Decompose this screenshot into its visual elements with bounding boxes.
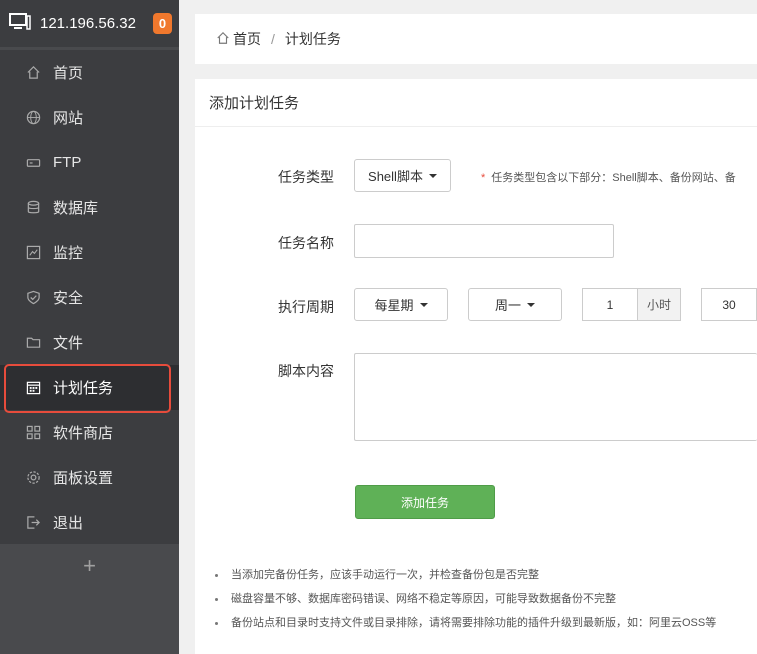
- breadcrumb-home-link[interactable]: 首页: [233, 29, 261, 49]
- caret-down-icon: [419, 302, 428, 307]
- task-name-label: 任务名称: [278, 235, 334, 251]
- add-menu-button[interactable]: +: [0, 546, 179, 586]
- sidebar-item-files[interactable]: 文件: [0, 320, 179, 365]
- notes-list: 当添加完备份任务，应该手动运行一次，并检查备份包是否完整 磁盘容量不够、数据库密…: [215, 563, 716, 635]
- server-monitor-icon: [9, 13, 31, 34]
- weekday-dropdown[interactable]: 周一: [468, 288, 562, 321]
- sidebar-item-security[interactable]: 安全: [0, 275, 179, 320]
- script-textarea[interactable]: [354, 353, 757, 441]
- notification-badge[interactable]: 0: [153, 13, 172, 34]
- caret-down-icon: [527, 302, 535, 307]
- sidebar-item-label: 软件商店: [53, 425, 114, 442]
- minute-input-group: 30: [701, 288, 757, 321]
- sidebar-item-label: 安全: [53, 290, 84, 307]
- add-cron-panel: 添加计划任务 任务类型 Shell脚本 * 任务类型包含以下部分：Shell脚本、…: [195, 79, 757, 654]
- task-type-hint: * 任务类型包含以下部分：Shell脚本、备份网站、备: [481, 169, 736, 185]
- list-item: 当添加完备份任务，应该手动运行一次，并检查备份包是否完整: [215, 563, 716, 587]
- sidebar-item-website[interactable]: 网站: [0, 95, 179, 140]
- sidebar-item-label: 文件: [53, 335, 84, 352]
- gear-icon: [25, 470, 41, 486]
- breadcrumb-separator: /: [271, 31, 275, 47]
- breadcrumb: 首页 / 计划任务: [195, 14, 757, 64]
- logout-icon: [25, 515, 41, 531]
- task-type-hint-text: 任务类型包含以下部分：Shell脚本、备份网站、备: [491, 172, 736, 184]
- shield-icon: [25, 290, 41, 306]
- list-item: 磁盘容量不够、数据库密码错误、网络不稳定等原因，可能导致数据备份不完整: [215, 587, 716, 611]
- sidebar-item-cron[interactable]: 计划任务: [0, 364, 179, 413]
- sidebar-item-label: 网站: [53, 110, 84, 127]
- add-task-button[interactable]: 添加任务: [355, 485, 495, 519]
- server-ip: 121.196.56.32: [40, 15, 136, 32]
- list-item: 备份站点和目录时支持文件或目录排除，请将需要排除功能的插件升级到最新版，如：阿里…: [215, 611, 716, 635]
- task-name-input[interactable]: [354, 224, 614, 258]
- minute-input[interactable]: 30: [701, 288, 757, 321]
- sidebar-item-label: 计划任务: [53, 380, 114, 397]
- sidebar-item-store[interactable]: 软件商店: [0, 410, 179, 455]
- globe-icon: [25, 110, 41, 126]
- sidebar-item-label: 面板设置: [53, 470, 114, 487]
- sidebar-item-label: 首页: [53, 65, 84, 82]
- sidebar-item-logout[interactable]: 退出: [0, 500, 179, 545]
- hour-input[interactable]: 1: [582, 288, 637, 321]
- period-value: 每星期: [374, 298, 414, 313]
- hour-input-group: 1 小时: [582, 288, 681, 321]
- calendar-icon: [25, 380, 41, 396]
- sidebar-item-label: 退出: [53, 515, 84, 532]
- grid-icon: [25, 425, 41, 441]
- server-header: 121.196.56.32 0: [0, 0, 179, 47]
- sidebar-item-label: 监控: [53, 245, 84, 262]
- task-type-label: 任务类型: [278, 169, 334, 185]
- sidebar-item-database[interactable]: 数据库: [0, 185, 179, 230]
- panel-title: 添加计划任务: [195, 79, 757, 127]
- caret-down-icon: [428, 173, 437, 178]
- sidebar-item-home[interactable]: 首页: [0, 50, 179, 95]
- period-label: 执行周期: [278, 299, 334, 315]
- period-dropdown[interactable]: 每星期: [354, 288, 448, 321]
- home-icon: [216, 31, 230, 48]
- ftp-icon: [25, 155, 41, 171]
- script-label: 脚本内容: [278, 363, 334, 379]
- monitor-icon: [25, 245, 41, 261]
- sidebar-item-monitor[interactable]: 监控: [0, 230, 179, 275]
- required-star: *: [481, 172, 486, 184]
- sidebar-menu: 首页 网站 FTP 数据库 监控 安全 文件 计划任务 软件商店 面板设置 退出: [0, 50, 179, 544]
- sidebar: 121.196.56.32 0 首页 网站 FTP 数据库 监控 安全 文件 计…: [0, 0, 179, 654]
- folder-icon: [25, 335, 41, 351]
- sidebar-item-ftp[interactable]: FTP: [0, 140, 179, 185]
- weekday-value: 周一: [494, 298, 521, 313]
- sidebar-item-label: FTP: [53, 154, 82, 171]
- home-icon: [25, 65, 41, 81]
- database-icon: [25, 200, 41, 216]
- task-type-dropdown[interactable]: Shell脚本: [354, 159, 451, 192]
- sidebar-item-label: 数据库: [53, 200, 99, 217]
- sidebar-item-settings[interactable]: 面板设置: [0, 455, 179, 500]
- breadcrumb-current: 计划任务: [284, 31, 341, 47]
- hour-unit: 小时: [637, 288, 681, 321]
- task-type-value: Shell脚本: [368, 169, 423, 184]
